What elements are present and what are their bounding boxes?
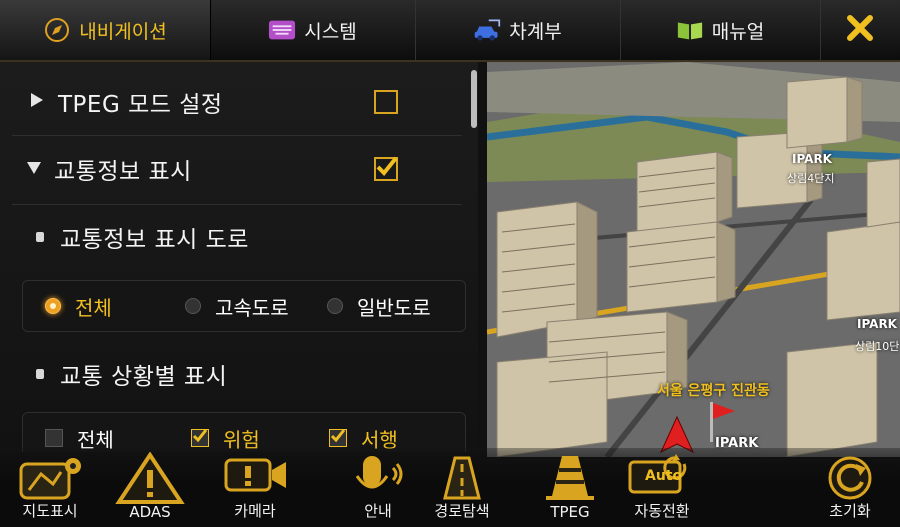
ipark-brand-label: IPARK: [857, 317, 897, 331]
route-search-button[interactable]: 경로탐색: [412, 448, 512, 527]
camera-button[interactable]: 카메라: [205, 448, 305, 527]
radio-local-road-label: 일반도로: [357, 295, 431, 320]
tab-logbook-label: 차계부: [509, 20, 562, 43]
radio-highway[interactable]: 고속도로: [185, 281, 289, 331]
tab-navigation-label: 내비게이션: [79, 20, 167, 43]
bullet-icon: [36, 369, 44, 379]
status-all[interactable]: 전체: [45, 413, 114, 452]
settings-panel: TPEG 모드 설정 교통정보 표시 교통정보 표시 도로 전체 고속도로 일반…: [0, 62, 478, 452]
map-view[interactable]: 서울 은평구 진관동 IPARK 상림4단지 IPARK 상림10단 IPARK: [487, 62, 900, 457]
auto-badge: Auto: [645, 468, 683, 484]
bottom-toolbar: 지도표시 ADAS 카메라 안내 경로탐색 TPEG Auto 자동전환 초기화: [0, 448, 900, 527]
checkbox-checked-icon: [329, 429, 347, 447]
adas-button[interactable]: ADAS: [100, 448, 200, 527]
traffic-info-road-label: 교통정보 표시 도로: [60, 227, 249, 253]
adas-label: ADAS: [129, 503, 171, 521]
status-slow[interactable]: 서행: [329, 413, 398, 452]
radio-all-roads-label: 전체: [75, 295, 112, 320]
status-danger[interactable]: 위험: [191, 413, 260, 452]
expand-triangle-icon: [30, 92, 44, 112]
radio-highway-label: 고속도로: [215, 295, 289, 320]
collapse-triangle-icon: [26, 160, 42, 179]
tab-navigation[interactable]: 내비게이션: [0, 0, 211, 60]
tpeg-button[interactable]: TPEG: [520, 448, 620, 527]
tpeg-mode-row[interactable]: TPEG 모드 설정: [0, 80, 470, 124]
keyboard-icon: [268, 18, 296, 42]
close-button[interactable]: [820, 0, 900, 60]
ipark-brand-label: IPARK: [792, 152, 832, 166]
map-gear-icon: [19, 458, 81, 500]
radio-all-roads[interactable]: 전체: [45, 281, 112, 331]
tab-system[interactable]: 시스템: [210, 0, 416, 60]
camera-icon: [224, 458, 286, 492]
map-display-label: 지도표시: [22, 502, 78, 520]
checkbox-icon: [45, 429, 63, 447]
route-search-label: 경로탐색: [434, 502, 490, 520]
radio-selected-icon: [45, 298, 61, 314]
traffic-status-label: 교통 상황별 표시: [60, 364, 228, 390]
checkmark-icon: [376, 156, 398, 176]
map-display-button[interactable]: 지도표시: [0, 448, 100, 527]
warning-triangle-icon: [115, 452, 185, 504]
tab-manual[interactable]: 매뉴얼: [620, 0, 821, 60]
tab-manual-label: 매뉴얼: [711, 20, 765, 43]
tpeg-label: TPEG: [550, 503, 590, 521]
scrollbar[interactable]: [471, 70, 477, 128]
traffic-info-checkbox[interactable]: [374, 156, 398, 181]
reset-icon: [828, 456, 872, 500]
road-route-icon: [443, 456, 481, 500]
top-tab-bar: 내비게이션 시스템 차계부 매뉴얼: [0, 0, 900, 62]
traffic-status-checkbox-group: 전체 위험 서행: [22, 412, 466, 452]
reset-label: 초기화: [829, 502, 871, 520]
traffic-info-label: 교통정보 표시: [54, 159, 192, 185]
tpeg-mode-checkbox[interactable]: [374, 90, 398, 114]
traffic-info-row[interactable]: 교통정보 표시: [0, 147, 470, 191]
reset-button[interactable]: 초기화: [800, 448, 900, 527]
radio-unselected-icon: [327, 298, 343, 314]
radio-unselected-icon: [185, 298, 201, 314]
traffic-cone-icon: [546, 456, 594, 500]
complex-label: 상림4단지: [787, 172, 835, 185]
bullet-icon: [36, 232, 44, 242]
camera-label: 카메라: [234, 502, 276, 520]
tpeg-mode-label: TPEG 모드 설정: [58, 92, 223, 118]
auto-switch-button[interactable]: Auto 자동전환: [612, 448, 712, 527]
road-type-radio-group: 전체 고속도로 일반도로: [22, 280, 466, 332]
checkbox-checked-icon: [191, 429, 209, 447]
traffic-status-row: 교통 상황별 표시: [0, 352, 470, 396]
complex-label: 상림10단: [855, 340, 900, 353]
radio-local-road[interactable]: 일반도로: [327, 281, 431, 331]
tab-logbook[interactable]: 차계부: [415, 0, 621, 60]
location-label: 서울 은평구 진관동: [657, 383, 770, 399]
car-icon: [473, 18, 501, 42]
close-icon: [845, 13, 875, 47]
microphone-icon: [355, 456, 403, 489]
divider: [12, 135, 462, 136]
book-icon: [676, 18, 704, 42]
tab-system-label: 시스템: [304, 20, 357, 43]
traffic-info-road-row: 교통정보 표시 도로: [0, 215, 470, 259]
divider: [12, 204, 462, 205]
compass-icon: [43, 18, 71, 42]
auto-switch-label: 자동전환: [634, 502, 690, 520]
